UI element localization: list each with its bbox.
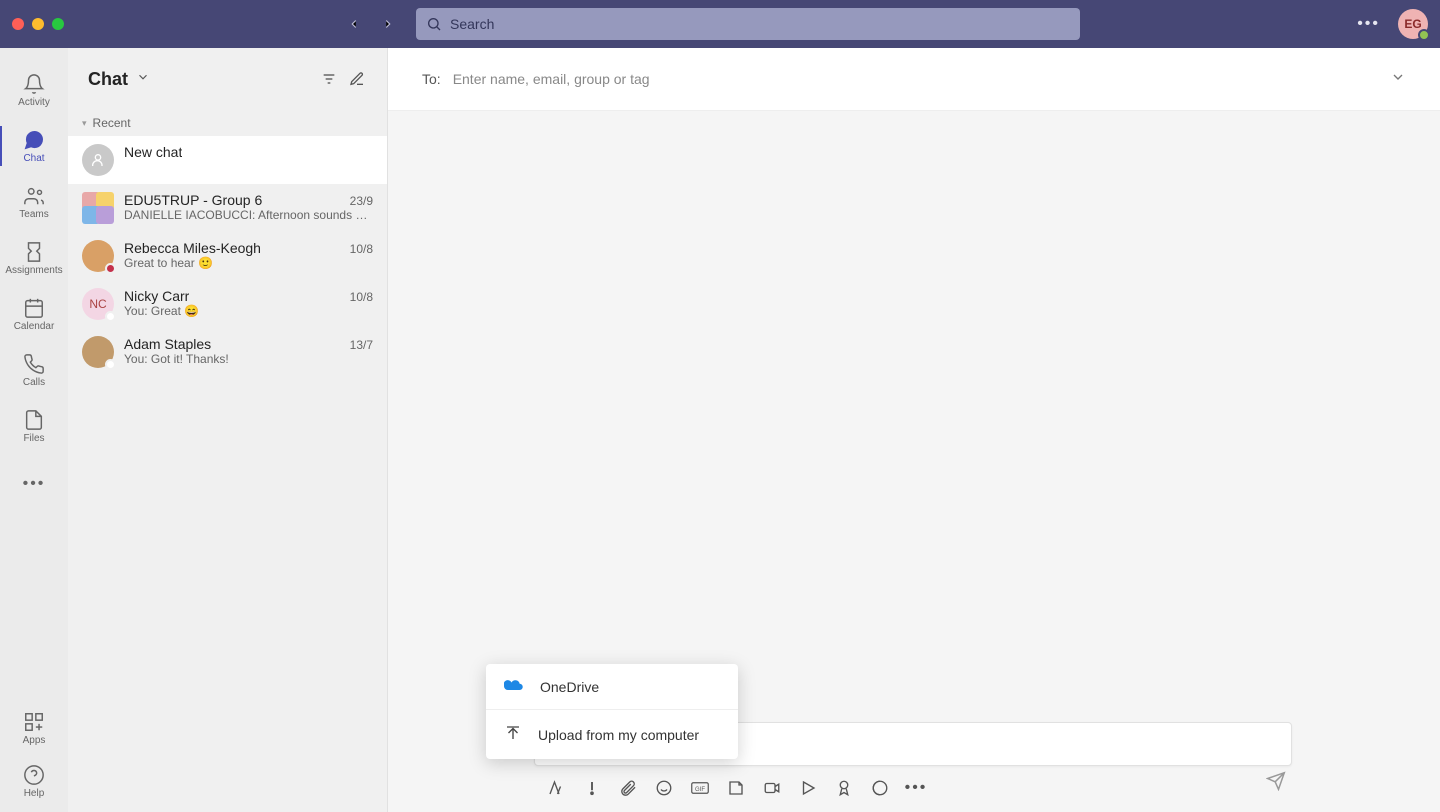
forward-button[interactable] xyxy=(378,14,398,34)
rail-more[interactable]: ••• xyxy=(0,456,68,512)
rail-files[interactable]: Files xyxy=(0,398,68,454)
upload-icon xyxy=(504,724,522,745)
chat-preview: You: Got it! Thanks! xyxy=(124,352,373,366)
rail-label: Teams xyxy=(19,209,48,220)
attach-upload-label: Upload from my computer xyxy=(538,727,699,743)
chat-list-panel: Chat ▾ Recent New chat xyxy=(68,48,388,812)
emoji-button[interactable] xyxy=(654,778,674,798)
chat-title-dropdown[interactable] xyxy=(136,70,150,89)
chat-preview: You: Great 😄 xyxy=(124,304,373,318)
chat-preview: Great to hear 🙂 xyxy=(124,256,373,270)
chat-name: New chat xyxy=(124,144,182,160)
svg-text:GIF: GIF xyxy=(695,787,705,793)
attach-onedrive-label: OneDrive xyxy=(540,679,599,695)
meet-now-button[interactable] xyxy=(762,778,782,798)
to-label: To: xyxy=(422,71,441,87)
chat-name: Rebecca Miles-Keogh xyxy=(124,240,261,256)
chat-row[interactable]: Rebecca Miles-Keogh 10/8 Great to hear 🙂 xyxy=(68,232,387,280)
contact-avatar: NC xyxy=(82,288,114,320)
rail-assignments[interactable]: Assignments xyxy=(0,230,68,286)
rail-label: Calls xyxy=(23,377,45,388)
rail-label: Activity xyxy=(18,97,50,108)
priority-button[interactable] xyxy=(582,778,602,798)
rail-calendar[interactable]: Calendar xyxy=(0,286,68,342)
to-input[interactable] xyxy=(453,71,1378,87)
presence-available-icon xyxy=(1418,29,1430,41)
filter-button[interactable] xyxy=(319,69,339,89)
close-window-button[interactable] xyxy=(12,18,24,30)
presence-unknown-icon xyxy=(105,359,116,370)
rail-label: Calendar xyxy=(14,321,55,332)
chat-panel-header: Chat xyxy=(68,48,387,110)
rail-label: Apps xyxy=(23,735,46,746)
viva-button[interactable] xyxy=(870,778,890,798)
rail-apps[interactable]: Apps xyxy=(0,700,68,756)
attach-onedrive[interactable]: OneDrive xyxy=(486,664,738,709)
praise-button[interactable] xyxy=(834,778,854,798)
presence-unknown-icon xyxy=(105,311,116,322)
rail-label: Chat xyxy=(23,153,44,164)
compose-toolbar: GIF ••• xyxy=(546,778,926,798)
new-chat-button[interactable] xyxy=(347,69,367,89)
chat-row[interactable]: NC Nicky Carr 10/8 You: Great 😄 xyxy=(68,280,387,328)
sticker-button[interactable] xyxy=(726,778,746,798)
attach-upload[interactable]: Upload from my computer xyxy=(486,709,738,759)
rail-label: Help xyxy=(24,788,45,799)
chat-row[interactable]: Adam Staples 13/7 You: Got it! Thanks! xyxy=(68,328,387,376)
contact-avatar xyxy=(82,240,114,272)
chat-name: Nicky Carr xyxy=(124,288,189,304)
rail-chat[interactable]: Chat xyxy=(0,118,68,174)
onedrive-icon xyxy=(504,678,524,695)
chat-title: Chat xyxy=(88,69,128,90)
send-button[interactable] xyxy=(1266,771,1286,796)
to-expand-button[interactable] xyxy=(1390,69,1406,90)
rail-calls[interactable]: Calls xyxy=(0,342,68,398)
attach-button[interactable] xyxy=(618,778,638,798)
maximize-window-button[interactable] xyxy=(52,18,64,30)
search-input[interactable] xyxy=(450,16,1070,32)
window-controls xyxy=(12,18,64,30)
gif-button[interactable]: GIF xyxy=(690,778,710,798)
back-button[interactable] xyxy=(344,14,364,34)
minimize-window-button[interactable] xyxy=(32,18,44,30)
more-options-button[interactable]: ••• xyxy=(1357,15,1380,33)
rail-teams[interactable]: Teams xyxy=(0,174,68,230)
chat-row-new[interactable]: New chat xyxy=(68,136,387,184)
section-recent[interactable]: ▾ Recent xyxy=(68,110,387,136)
chat-preview: DANIELLE IACOBUCCI: Afternoon sounds … xyxy=(124,208,373,222)
chat-date: 10/8 xyxy=(350,242,373,256)
more-tools-button[interactable]: ••• xyxy=(906,778,926,798)
collapse-icon: ▾ xyxy=(82,118,87,129)
avatar-new-chat xyxy=(82,144,114,176)
rail-help[interactable]: Help xyxy=(0,756,68,812)
avatar-initials: EG xyxy=(1404,17,1421,31)
search-box[interactable] xyxy=(416,8,1080,40)
titlebar: ••• EG xyxy=(0,0,1440,48)
chat-list: New chat EDU5TRUP - Group 6 23/9 DANIELL… xyxy=(68,136,387,812)
section-label-text: Recent xyxy=(93,116,131,130)
more-icon: ••• xyxy=(23,475,46,493)
rail-activity[interactable]: Activity xyxy=(0,62,68,118)
stream-button[interactable] xyxy=(798,778,818,798)
group-avatar xyxy=(82,192,114,224)
attach-menu: OneDrive Upload from my computer xyxy=(486,664,738,759)
to-bar: To: xyxy=(388,48,1440,111)
chat-date: 10/8 xyxy=(350,290,373,304)
chat-date: 13/7 xyxy=(350,338,373,352)
presence-busy-icon xyxy=(105,263,116,274)
format-button[interactable] xyxy=(546,778,566,798)
chat-name: EDU5TRUP - Group 6 xyxy=(124,192,262,208)
chat-row[interactable]: EDU5TRUP - Group 6 23/9 DANIELLE IACOBUC… xyxy=(68,184,387,232)
chat-name: Adam Staples xyxy=(124,336,211,352)
rail-label: Assignments xyxy=(5,265,62,276)
profile-avatar[interactable]: EG xyxy=(1398,9,1428,39)
chat-date: 23/9 xyxy=(350,194,373,208)
history-nav xyxy=(344,14,398,34)
contact-avatar xyxy=(82,336,114,368)
app-rail: Activity Chat Teams Assignments Calendar… xyxy=(0,48,68,812)
rail-label: Files xyxy=(23,433,44,444)
